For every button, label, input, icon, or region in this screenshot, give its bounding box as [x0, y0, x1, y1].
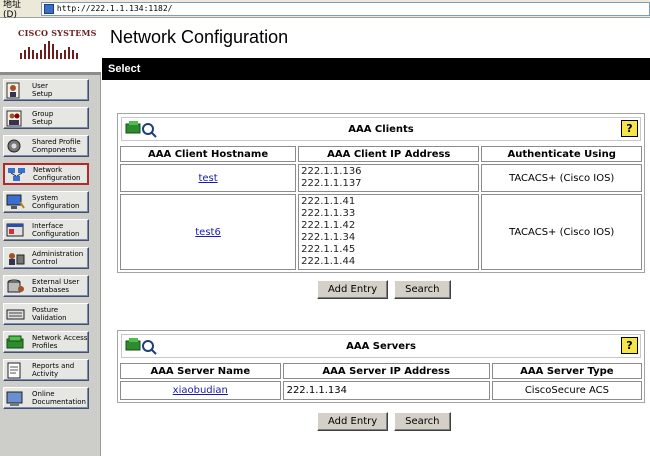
sidebar: CISCO SYSTEMS User Setup Group Setup Sha…	[0, 19, 101, 456]
client-link[interactable]: test	[198, 173, 217, 184]
server-ip-cell: 222.1.1.134	[282, 381, 490, 400]
add-client-button[interactable]: Add Entry	[317, 280, 389, 299]
address-url: http://222.1.1.134:1182/	[56, 4, 173, 13]
nav-group-setup[interactable]: Group Setup	[3, 107, 89, 129]
aaa-servers-header: AAA Servers ?	[121, 334, 641, 358]
column-header: AAA Client Hostname	[120, 146, 297, 162]
nav-label: Group Setup	[32, 110, 54, 126]
cisco-logo: CISCO SYSTEMS	[0, 19, 101, 75]
network-search-icon	[125, 338, 157, 355]
posture-validation-icon	[6, 309, 25, 319]
server-link[interactable]: xiaobudian	[173, 385, 228, 396]
nav-label: User Setup	[32, 82, 53, 98]
column-header: AAA Server Name	[120, 363, 281, 379]
reports-icon	[7, 362, 21, 378]
search-client-button[interactable]: Search	[394, 280, 451, 299]
aaa-servers-actions: Add Entry Search	[317, 412, 451, 431]
page-header: Network Configuration	[102, 19, 650, 58]
nav-label: System Configuration	[32, 194, 80, 210]
table-header-row: AAA Server Name AAA Server IP Address AA…	[120, 363, 642, 379]
hostname-cell: test	[120, 164, 297, 192]
system-config-icon	[6, 194, 25, 209]
nav-label: Shared Profile Components	[32, 138, 81, 154]
nav-user-setup[interactable]: User Setup	[3, 79, 89, 101]
help-icon[interactable]: ?	[621, 337, 638, 354]
section-bar: Select	[102, 58, 650, 80]
nav-label: Network Configuration	[33, 166, 81, 182]
aaa-clients-caption: AAA Clients	[348, 123, 414, 135]
nav-interface-configuration[interactable]: Interface Configuration	[3, 219, 89, 241]
nav-label: Administration Control	[32, 250, 84, 266]
nav-label: Posture Validation	[32, 306, 67, 322]
network-search-icon	[125, 121, 157, 138]
help-icon[interactable]: ?	[621, 120, 638, 137]
nav-shared-profile[interactable]: Shared Profile Components	[3, 135, 89, 157]
aaa-clients-actions: Add Entry Search	[317, 280, 451, 299]
hostname-cell: test6	[120, 194, 297, 270]
external-db-icon	[7, 279, 24, 292]
column-header: AAA Server IP Address	[282, 363, 490, 379]
table-row: test6 222.1.1.41 222.1.1.33 222.1.1.42 2…	[120, 194, 642, 270]
column-header: AAA Server Type	[491, 363, 642, 379]
auth-cell: TACACS+ (Cisco IOS)	[481, 194, 642, 270]
network-access-icon	[6, 335, 24, 348]
auth-cell: TACACS+ (Cisco IOS)	[481, 164, 642, 192]
nav-label: Online Documentation	[32, 390, 86, 406]
server-name-cell: xiaobudian	[120, 381, 281, 400]
search-server-button[interactable]: Search	[394, 412, 451, 431]
documentation-icon	[6, 391, 23, 406]
address-input[interactable]: http://222.1.1.134:1182/	[40, 1, 650, 16]
browser-address-bar: 地址(D) http://222.1.1.134:1182/	[0, 0, 650, 20]
column-header: AAA Client IP Address	[298, 146, 480, 162]
nav-system-configuration[interactable]: System Configuration	[3, 191, 89, 213]
network-config-icon	[8, 167, 25, 181]
nav-network-configuration[interactable]: Network Configuration	[3, 163, 89, 185]
aaa-servers-panel: AAA Servers ? AAA Server Name AAA Server…	[117, 330, 645, 403]
nav-label: Interface Configuration	[32, 222, 80, 238]
cisco-bars-icon	[20, 41, 78, 59]
aaa-servers-caption: AAA Servers	[346, 340, 416, 352]
table-row: test 222.1.1.136 222.1.1.137 TACACS+ (Ci…	[120, 164, 642, 192]
page-title: Network Configuration	[110, 27, 289, 47]
aaa-clients-panel: AAA Clients ? AAA Client Hostname AAA Cl…	[117, 113, 645, 273]
group-setup-icon	[6, 110, 22, 126]
server-type-cell: CiscoSecure ACS	[491, 381, 642, 400]
nav-label: Network Access Profiles	[32, 334, 88, 350]
column-header: Authenticate Using	[481, 146, 642, 162]
nav-reports-and-activity[interactable]: Reports and Activity	[3, 359, 89, 381]
nav-administration-control[interactable]: Administration Control	[3, 247, 89, 269]
nav-external-user-databases[interactable]: External User Databases	[3, 275, 89, 297]
logo-text: CISCO SYSTEMS	[18, 28, 97, 38]
table-header-row: AAA Client Hostname AAA Client IP Addres…	[120, 146, 642, 162]
interface-config-icon	[6, 223, 24, 236]
user-setup-icon	[6, 82, 20, 98]
nav-label: Reports and Activity	[32, 362, 75, 378]
admin-control-icon	[9, 252, 25, 265]
add-server-button[interactable]: Add Entry	[317, 412, 389, 431]
nav-network-access-profiles[interactable]: Network Access Profiles	[3, 331, 89, 353]
nav-online-documentation[interactable]: Online Documentation	[3, 387, 89, 409]
address-label: 地址(D)	[3, 0, 22, 20]
ip-cell: 222.1.1.136 222.1.1.137	[298, 164, 480, 192]
table-row: xiaobudian 222.1.1.134 CiscoSecure ACS	[120, 381, 642, 400]
ip-cell: 222.1.1.41 222.1.1.33 222.1.1.42 222.1.1…	[298, 194, 480, 270]
page-icon	[43, 3, 54, 14]
main-content: AAA Clients ? AAA Client Hostname AAA Cl…	[102, 80, 650, 456]
aaa-servers-table: AAA Server Name AAA Server IP Address AA…	[118, 361, 644, 402]
aaa-clients-table: AAA Client Hostname AAA Client IP Addres…	[118, 144, 644, 272]
nav-posture-validation[interactable]: Posture Validation	[3, 303, 89, 325]
logo-divider	[0, 72, 101, 75]
client-link[interactable]: test6	[195, 227, 221, 238]
nav-label: External User Databases	[32, 278, 80, 294]
aaa-clients-header: AAA Clients ?	[121, 117, 641, 141]
shared-profile-icon	[7, 139, 21, 152]
